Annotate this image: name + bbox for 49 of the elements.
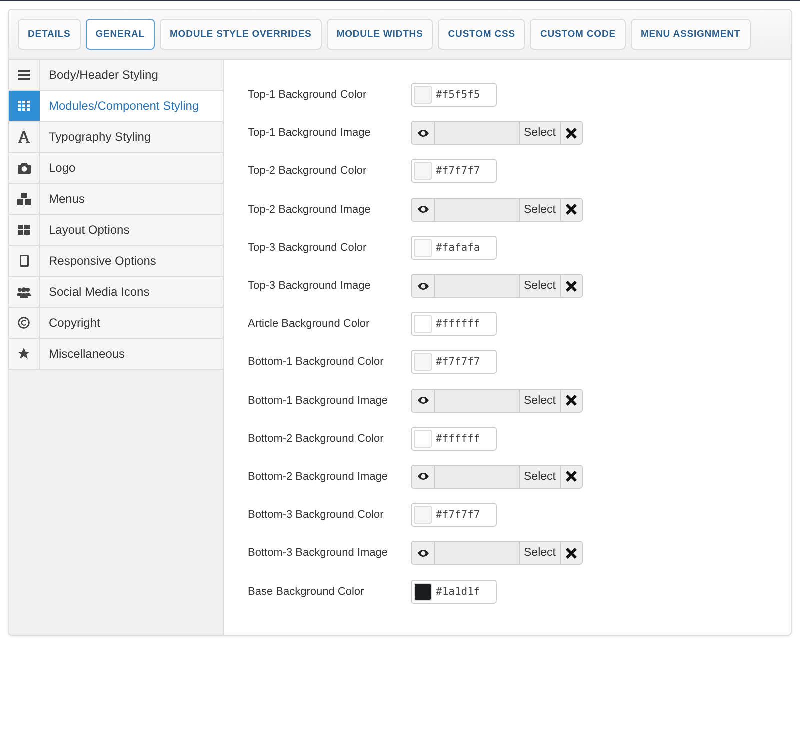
- sidebar-item[interactable]: Logo: [9, 153, 223, 184]
- sidebar-item[interactable]: Typography Styling: [9, 122, 223, 153]
- tab[interactable]: MODULE STYLE OVERRIDES: [160, 19, 322, 50]
- field-label: Bottom-3 Background Color: [248, 509, 385, 522]
- color-field[interactable]: #fafafa: [411, 236, 497, 260]
- tab[interactable]: MODULE WIDTHS: [326, 19, 434, 50]
- camera-icon: [18, 162, 30, 174]
- copyright-icon: [18, 317, 30, 329]
- field-label: Bottom-2 Background Image: [248, 470, 390, 483]
- field-label: Article Background Color: [248, 318, 371, 330]
- field-label: Top-1 Background Image: [248, 127, 372, 140]
- star-icon: [18, 348, 30, 360]
- field-label: Top-3 Background Color: [248, 242, 368, 254]
- sidebar-item[interactable]: Body/Header Styling: [9, 60, 223, 91]
- field-label: Top-2 Background Color: [248, 165, 368, 178]
- field-label: Bottom-3 Background Image: [248, 547, 390, 560]
- tab[interactable]: MENU ASSIGNMENT: [630, 19, 751, 50]
- menu-icon: [18, 70, 30, 80]
- tab[interactable]: DETAILS: [18, 19, 81, 50]
- tab[interactable]: CUSTOM CSS: [438, 19, 526, 50]
- users-icon: [17, 286, 31, 298]
- color-field[interactable]: #1a1d1f: [411, 580, 497, 604]
- sidebar-item[interactable]: Responsive Options: [9, 246, 223, 277]
- color-field[interactable]: #f7f7f7: [411, 503, 497, 528]
- color-field[interactable]: #f7f7f7: [411, 159, 497, 184]
- field-label: Base Background Color: [248, 586, 366, 598]
- sidebar-item[interactable]: Menus: [9, 184, 223, 215]
- grid-icon: [18, 101, 30, 111]
- color-field[interactable]: #f5f5f5: [411, 83, 497, 108]
- field-label: Top-1 Background Color: [248, 89, 368, 102]
- field-label: Top-2 Background Image: [248, 204, 372, 216]
- sidebar-item[interactable]: Miscellaneous: [9, 339, 223, 370]
- sidebar-item[interactable]: Layout Options: [9, 215, 223, 246]
- field-label: Bottom-1 Background Image: [248, 394, 390, 407]
- field-label: Bottom-2 Background Color: [248, 432, 385, 445]
- color-field[interactable]: #ffffff: [411, 426, 497, 451]
- color-field[interactable]: #f7f7f7: [411, 350, 497, 374]
- font-icon: [18, 131, 30, 143]
- cubes-icon: [17, 193, 31, 205]
- field-label: Top-3 Background Image: [248, 280, 372, 292]
- field-label: Bottom-1 Background Color: [248, 356, 385, 368]
- tab[interactable]: CUSTOM CODE: [530, 19, 626, 50]
- tablet-icon: [20, 255, 28, 267]
- layout-icon: [18, 225, 30, 235]
- sidebar-item[interactable]: Copyright: [9, 308, 223, 339]
- tab[interactable]: GENERAL: [86, 19, 155, 50]
- color-field[interactable]: #ffffff: [411, 312, 497, 336]
- sidebar-item[interactable]: Modules/Component Styling: [9, 91, 223, 122]
- sidebar-item[interactable]: Social Media Icons: [9, 277, 223, 308]
